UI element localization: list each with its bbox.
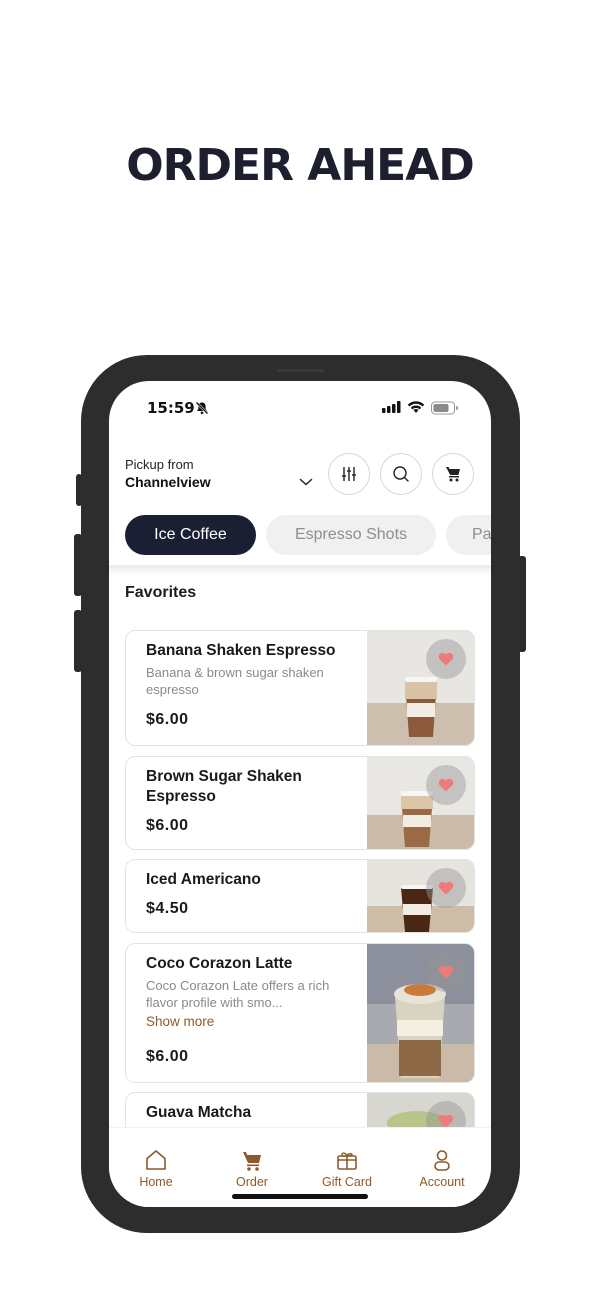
item-name: Banana Shaken Espresso [146, 642, 336, 659]
section-title-favorites: Favorites [125, 584, 197, 601]
tabs-divider-shadow [109, 565, 491, 575]
item-name: Iced Americano [146, 871, 261, 888]
menu-item-card[interactable]: Brown Sugar Shaken Espresso $6.00 [125, 756, 475, 850]
phone-frame: 15:59 Pickup from Channelview Ice Coffee… [81, 355, 520, 1233]
category-tabs: Ice Coffee Espresso Shots Pa [125, 515, 491, 557]
pickup-location: Channelview [125, 474, 211, 490]
item-description: Coco Corazon Late offers a rich flavor p… [146, 978, 330, 1010]
home-icon [146, 1150, 166, 1170]
pickup-location-selector[interactable]: Pickup from Channelview [125, 457, 325, 490]
heart-icon [438, 778, 454, 792]
nav-gift-card[interactable]: Gift Card [307, 1148, 387, 1189]
favorite-button[interactable] [426, 639, 466, 679]
item-price: $6.00 [146, 1048, 189, 1065]
item-name: Guava Matcha [146, 1104, 252, 1121]
heart-icon [438, 965, 454, 979]
item-name: Coco Corazon Latte [146, 955, 293, 972]
menu-item-card[interactable]: Iced Americano $4.50 [125, 859, 475, 933]
menu-item-card[interactable]: Coco Corazon Latte Coco Corazon Late off… [125, 943, 475, 1083]
status-bar: 15:59 [109, 381, 491, 435]
favorite-button[interactable] [426, 868, 466, 908]
battery-icon [431, 401, 458, 415]
signal-icon [382, 401, 401, 413]
bell-off-icon [195, 401, 209, 415]
status-time: 15:59 [147, 399, 195, 417]
home-indicator [232, 1194, 368, 1199]
item-name: Brown Sugar Shaken Espresso [146, 768, 302, 805]
cart-button[interactable] [432, 453, 474, 495]
nav-order-label: Order [236, 1175, 268, 1189]
pickup-label: Pickup from [125, 457, 194, 472]
nav-home[interactable]: Home [116, 1148, 196, 1189]
item-photo [367, 860, 474, 932]
page-headline: ORDER AHEAD [126, 140, 475, 191]
wifi-icon [407, 401, 425, 413]
search-button[interactable] [380, 453, 422, 495]
heart-icon [438, 881, 454, 895]
nav-account[interactable]: Account [402, 1148, 482, 1189]
item-photo [367, 631, 474, 745]
filter-button[interactable] [328, 453, 370, 495]
favorite-button[interactable] [426, 952, 466, 992]
tab-ice-coffee[interactable]: Ice Coffee [125, 515, 256, 555]
menu-item-card[interactable]: Banana Shaken Espresso Banana & brown su… [125, 630, 475, 746]
item-price: $6.00 [146, 817, 189, 834]
phone-speaker [277, 369, 325, 372]
item-description: Banana & brown sugar shaken espresso [146, 665, 324, 697]
tab-partial[interactable]: Pa [446, 515, 491, 555]
heart-icon [438, 652, 454, 666]
cart-icon [243, 1152, 261, 1171]
chevron-down-icon[interactable] [299, 477, 313, 487]
heart-icon [438, 1114, 454, 1128]
show-more-link[interactable]: Show more [146, 1014, 361, 1029]
favorite-button[interactable] [426, 765, 466, 805]
item-price: $4.50 [146, 900, 189, 917]
app-screen: 15:59 Pickup from Channelview Ice Coffee… [109, 381, 491, 1207]
item-photo [367, 757, 474, 849]
item-price: $6.00 [146, 711, 189, 728]
nav-gift-card-label: Gift Card [321, 1175, 372, 1189]
item-photo [367, 944, 474, 1082]
gift-card-icon [337, 1152, 357, 1170]
tab-espresso-shots[interactable]: Espresso Shots [266, 515, 436, 555]
nav-home-label: Home [139, 1175, 173, 1189]
cart-icon [446, 467, 460, 482]
nav-order[interactable]: Order [212, 1148, 292, 1189]
nav-account-label: Account [419, 1175, 465, 1189]
sliders-icon [342, 467, 356, 481]
account-icon [434, 1150, 450, 1171]
search-icon [393, 466, 409, 482]
